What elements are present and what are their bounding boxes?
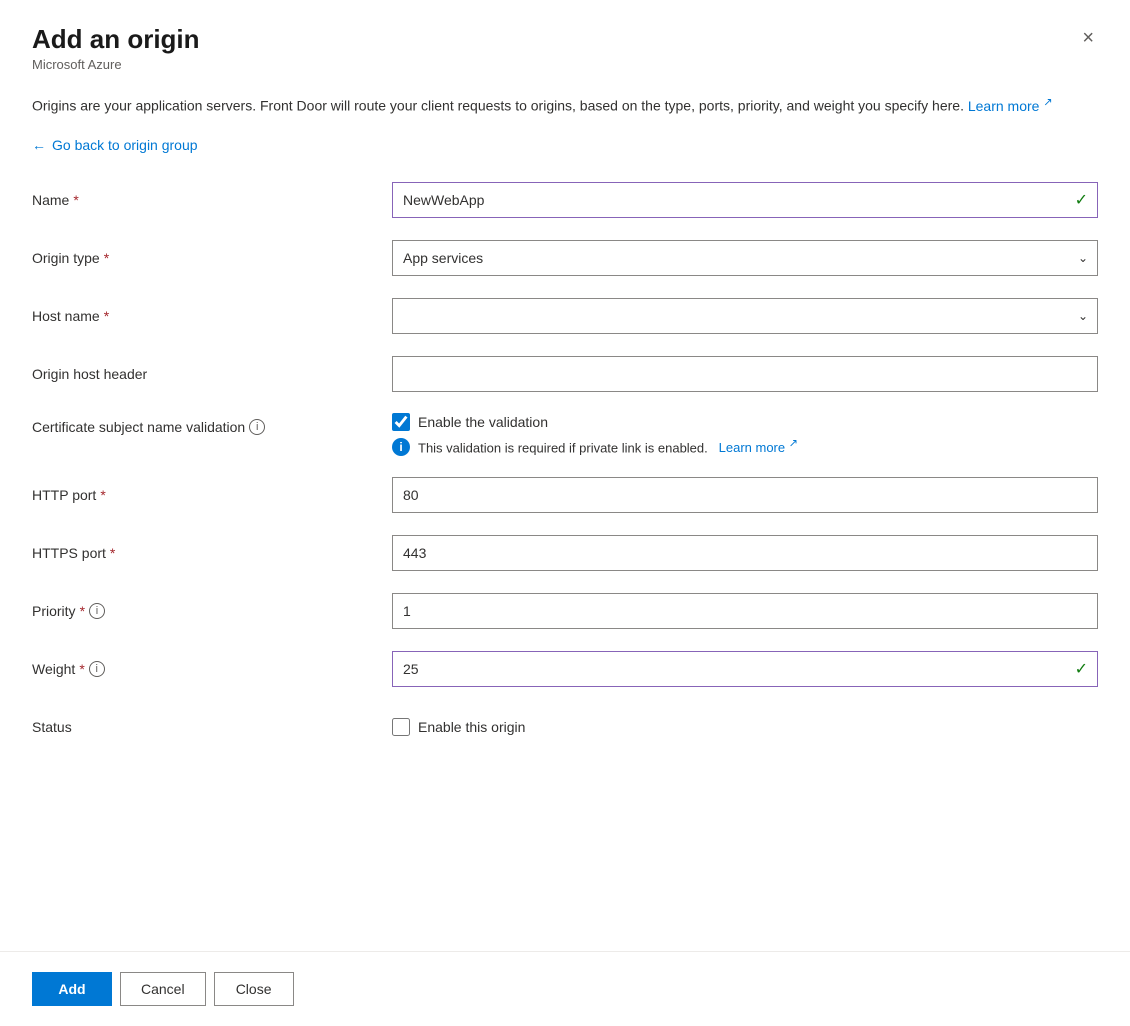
weight-valid-icon: ✓ (1075, 659, 1088, 679)
status-checkbox-label[interactable]: Enable this origin (392, 718, 1098, 736)
certificate-validation-label: Certificate subject name validation i (32, 413, 392, 435)
https-port-wrapper (392, 535, 1098, 571)
origin-type-select[interactable]: App services Storage Cloud service Custo… (392, 240, 1098, 276)
certificate-validation-row: Certificate subject name validation i En… (32, 413, 1098, 456)
cert-external-link-icon: ↗ (789, 438, 798, 450)
certificate-checkbox[interactable] (392, 413, 410, 431)
origin-host-header-input[interactable] (392, 356, 1098, 392)
add-origin-panel: Add an origin Microsoft Azure × Origins … (0, 0, 1130, 1026)
priority-wrapper (392, 593, 1098, 629)
host-name-required-star: * (104, 308, 109, 324)
certificate-info-icon: i (249, 419, 265, 435)
certificate-learn-more-link[interactable]: Learn more ↗ (715, 440, 798, 455)
back-arrow-icon: ← (32, 137, 46, 153)
host-name-wrapper: ⌄ (392, 298, 1098, 334)
panel-title: Add an origin (32, 24, 200, 55)
close-panel-button[interactable]: × (1078, 24, 1098, 52)
https-port-required-star: * (110, 545, 115, 561)
name-required-star: * (73, 192, 78, 208)
priority-row: Priority * i (32, 592, 1098, 630)
priority-required-star: * (80, 603, 85, 619)
name-label: Name * (32, 192, 392, 208)
origin-type-required-star: * (104, 250, 109, 266)
priority-input[interactable] (392, 593, 1098, 629)
weight-label: Weight * i (32, 661, 392, 677)
weight-wrapper: ✓ (392, 651, 1098, 687)
host-name-label: Host name * (32, 308, 392, 324)
certificate-validation-content: Enable the validation i This validation … (392, 413, 1098, 456)
cancel-button[interactable]: Cancel (120, 972, 206, 1006)
panel-subtitle: Microsoft Azure (32, 57, 200, 72)
origin-type-label: Origin type * (32, 250, 392, 266)
name-valid-icon: ✓ (1075, 190, 1088, 210)
weight-row: Weight * i ✓ (32, 650, 1098, 688)
weight-info-icon: i (89, 661, 105, 677)
info-circle-icon: i (392, 438, 410, 456)
weight-input[interactable] (392, 651, 1098, 687)
status-checkbox[interactable] (392, 718, 410, 736)
name-input[interactable] (392, 182, 1098, 218)
status-label: Status (32, 719, 392, 735)
host-name-row: Host name * ⌄ (32, 297, 1098, 335)
host-name-select[interactable] (392, 298, 1098, 334)
back-to-origin-group-link[interactable]: ← Go back to origin group (32, 137, 1098, 153)
close-button[interactable]: Close (214, 972, 294, 1006)
http-port-required-star: * (100, 487, 105, 503)
description-text: Origins are your application servers. Fr… (32, 94, 1098, 117)
priority-info-icon: i (89, 603, 105, 619)
https-port-row: HTTPS port * (32, 534, 1098, 572)
description-learn-more-link[interactable]: Learn more ↗ (968, 98, 1053, 114)
origin-type-wrapper: App services Storage Cloud service Custo… (392, 240, 1098, 276)
certificate-checkbox-label[interactable]: Enable the validation (392, 413, 548, 431)
http-port-input[interactable] (392, 477, 1098, 513)
name-field-wrapper: ✓ (392, 182, 1098, 218)
http-port-wrapper (392, 477, 1098, 513)
priority-label: Priority * i (32, 603, 392, 619)
origin-host-header-wrapper (392, 356, 1098, 392)
panel-header: Add an origin Microsoft Azure × (32, 24, 1098, 72)
name-row: Name * ✓ (32, 181, 1098, 219)
http-port-label: HTTP port * (32, 487, 392, 503)
external-link-icon: ↗ (1043, 96, 1052, 108)
https-port-input[interactable] (392, 535, 1098, 571)
status-row: Status Enable this origin (32, 708, 1098, 746)
origin-type-row: Origin type * App services Storage Cloud… (32, 239, 1098, 277)
weight-required-star: * (79, 661, 84, 677)
status-wrapper: Enable this origin (392, 718, 1098, 736)
form-area: Name * ✓ Origin type * App services Stor… (32, 181, 1098, 927)
validation-info-message: i This validation is required if private… (392, 437, 1098, 456)
origin-host-header-row: Origin host header (32, 355, 1098, 393)
header-text: Add an origin Microsoft Azure (32, 24, 200, 72)
https-port-label: HTTPS port * (32, 545, 392, 561)
certificate-checkbox-row: Enable the validation (392, 413, 1098, 431)
origin-host-header-label: Origin host header (32, 366, 392, 382)
http-port-row: HTTP port * (32, 476, 1098, 514)
footer-buttons: Add Cancel Close (32, 952, 1098, 1026)
add-button[interactable]: Add (32, 972, 112, 1006)
